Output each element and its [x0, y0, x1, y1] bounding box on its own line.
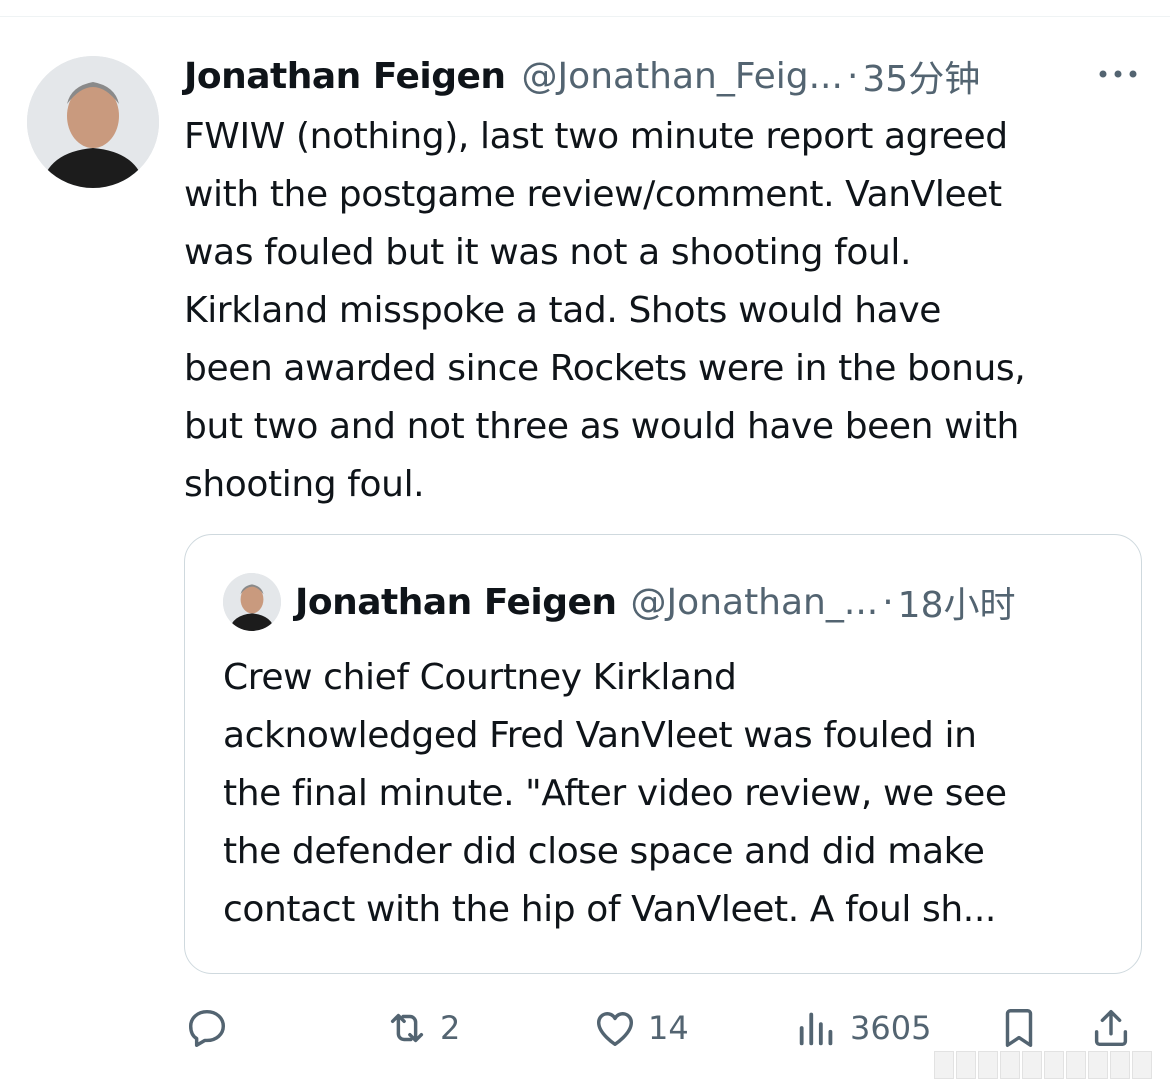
watermark-block: [1132, 1051, 1152, 1079]
quoted-author-name[interactable]: Jonathan Feigen: [295, 582, 617, 623]
quoted-author-handle[interactable]: @Jonathan_...: [631, 582, 879, 623]
reply-icon: [188, 1009, 226, 1047]
author-name[interactable]: Jonathan Feigen: [184, 56, 506, 97]
watermark-block: [1044, 1051, 1064, 1079]
retweet-button[interactable]: 2: [384, 998, 460, 1058]
author-avatar[interactable]: [27, 56, 159, 188]
bookmark-icon: [1005, 1009, 1033, 1047]
quoted-tweet-timestamp[interactable]: 18小时: [898, 576, 1016, 628]
watermark-block: [1066, 1051, 1086, 1079]
watermark-block: [1088, 1051, 1108, 1079]
watermark-block: [1000, 1051, 1020, 1079]
reply-button[interactable]: [184, 998, 230, 1058]
tweet-text: FWIW (nothing), last two minute report a…: [184, 116, 1026, 505]
watermark-overlay: [934, 1046, 1170, 1084]
watermark-block: [1022, 1051, 1042, 1079]
watermark-block: [1110, 1051, 1130, 1079]
views-button[interactable]: 3605: [794, 998, 931, 1058]
quoted-tweet-text: Crew chief Courtney Kirkland acknowledge…: [223, 657, 1007, 930]
separator-dot: ·: [846, 55, 859, 97]
views-icon: [799, 1012, 833, 1046]
author-handle[interactable]: @Jonathan_Feig...: [522, 56, 843, 97]
views-count: 3605: [850, 1009, 932, 1047]
tweet-header: Jonathan Feigen @Jonathan_Feig... · 35分钟: [184, 48, 1144, 104]
separator-dot: ·: [882, 581, 894, 623]
avatar-image: [27, 56, 159, 188]
share-icon: [1094, 1009, 1128, 1047]
tweet-timestamp[interactable]: 35分钟: [862, 50, 980, 102]
like-button[interactable]: 14: [592, 998, 689, 1058]
heart-icon: [596, 1012, 634, 1047]
avatar-image: [223, 573, 281, 631]
watermark-block: [956, 1051, 976, 1079]
more-options-button[interactable]: [1096, 58, 1140, 90]
quoted-author-avatar[interactable]: [223, 573, 281, 631]
watermark-block: [978, 1051, 998, 1079]
retweet-count: 2: [440, 1009, 461, 1047]
more-icon: [1099, 70, 1137, 78]
like-count: 14: [648, 1009, 689, 1047]
quoted-tweet[interactable]: Jonathan Feigen @Jonathan_... · 18小时 Cre…: [184, 534, 1142, 974]
retweet-icon: [390, 1013, 424, 1043]
quoted-tweet-header: Jonathan Feigen @Jonathan_... · 18小时: [295, 573, 1015, 631]
top-divider: [0, 16, 1170, 17]
watermark-block: [934, 1051, 954, 1079]
